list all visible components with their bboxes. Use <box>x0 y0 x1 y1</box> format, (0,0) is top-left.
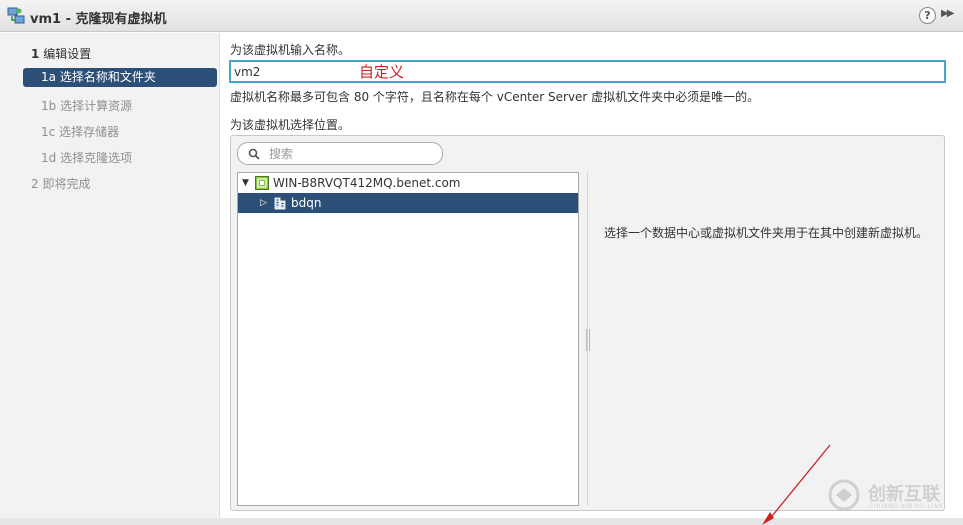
wizard-main-panel: 为该虚拟机输入名称。 自定义 虚拟机名称最多可包含 80 个字符，且名称在每个 … <box>221 33 963 518</box>
location-panel: ▼ WIN-B8RVQT412MQ.benet.com ▷ <box>230 135 945 511</box>
datacenter-icon <box>274 197 286 210</box>
window-title: vm1 - 克隆现有虚拟机 <box>30 12 167 27</box>
vcenter-icon <box>255 176 269 190</box>
tree-row-datacenter[interactable]: ▷ bdqn <box>238 193 578 213</box>
tree-label-vcenter: WIN-B8RVQT412MQ.benet.com <box>273 176 461 190</box>
vm-name-input[interactable] <box>229 60 946 83</box>
inventory-tree: ▼ WIN-B8RVQT412MQ.benet.com ▷ bdqn <box>237 172 579 506</box>
window-titlebar: vm1 - 克隆现有虚拟机 ? ▶▶ <box>0 0 963 32</box>
step-select-name-folder[interactable]: 1a 选择名称和文件夹 <box>23 68 217 87</box>
watermark-subtext: CHUANG XIN HU LIAN <box>869 503 944 510</box>
step-select-storage: 1c 选择存储器 <box>41 125 120 139</box>
wizard-steps-sidebar: 1 编辑设置 1a 选择名称和文件夹 1b 选择计算资源 1c 选择存储器 1d… <box>0 33 220 518</box>
tree-label-datacenter: bdqn <box>291 196 322 210</box>
custom-annotation: 自定义 <box>359 63 405 81</box>
name-prompt: 为该虚拟机输入名称。 <box>230 43 351 57</box>
search-icon <box>248 148 260 160</box>
expand-panel-icon[interactable]: ▶▶ <box>941 8 954 19</box>
help-button[interactable]: ? <box>919 7 936 24</box>
footer-strip <box>0 518 963 525</box>
step-select-clone-options: 1d 选择克隆选项 <box>41 151 133 165</box>
step-edit-settings: 1 编辑设置 <box>31 47 92 61</box>
search-input[interactable] <box>269 145 434 162</box>
expanded-arrow-icon[interactable]: ▼ <box>242 173 249 193</box>
search-box[interactable] <box>237 142 443 165</box>
watermark-logo: 创新互联 CHUANG XIN HU LIAN <box>826 476 956 516</box>
tree-row-vcenter[interactable]: ▼ WIN-B8RVQT412MQ.benet.com <box>238 173 578 193</box>
clone-vm-icon <box>7 7 25 24</box>
step-select-compute-resource: 1b 选择计算资源 <box>41 99 133 113</box>
name-help-text: 虚拟机名称最多可包含 80 个字符，且名称在每个 vCenter Server … <box>230 90 760 104</box>
location-hint: 选择一个数据中心或虚拟机文件夹用于在其中创建新虚拟机。 <box>604 226 929 240</box>
location-prompt: 为该虚拟机选择位置。 <box>230 118 351 132</box>
splitter-handle[interactable] <box>586 329 590 351</box>
step-ready-to-complete: 2 即将完成 <box>31 177 91 191</box>
collapsed-arrow-icon[interactable]: ▷ <box>260 193 267 213</box>
